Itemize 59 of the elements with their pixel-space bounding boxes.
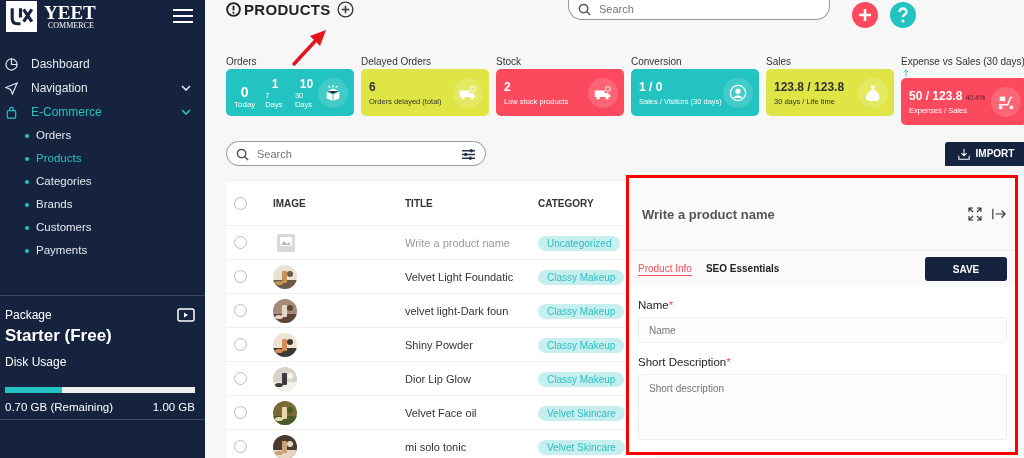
field-label: Short Description* <box>638 356 732 368</box>
stat-value: 0 <box>240 83 249 100</box>
product-title: mi solo tonic <box>405 440 467 453</box>
product-title: Velvet Face oil <box>405 406 477 419</box>
stat-label: Expense vs Sales (30 days) <box>901 56 1024 67</box>
category-tag: Classy Makeup <box>538 269 625 285</box>
stat-label: Stock <box>496 56 522 67</box>
search-field[interactable]: Search <box>226 141 486 166</box>
column-header: CATEGORY <box>538 197 594 209</box>
disk-remaining: 0.70 GB (Remaining) <box>5 401 114 413</box>
column-header: IMAGE <box>273 197 306 209</box>
product-title: Velvet Light Foundatic <box>405 270 514 283</box>
package-plan: Starter (Free) <box>5 326 113 346</box>
sidebar-subitem[interactable]: Brands <box>0 193 205 216</box>
sidebar-item[interactable]: Dashboard <box>0 52 205 76</box>
import-button[interactable]: IMPORT <box>945 141 1024 166</box>
column-header: TITLE <box>405 197 433 209</box>
sidebar-subitem[interactable]: Categories <box>0 170 205 193</box>
panel-title: Write a product name <box>642 206 776 222</box>
stat-label: Sales <box>766 56 792 67</box>
logo-tagline: COMMERCE <box>48 21 95 30</box>
save-button[interactable]: SAVE <box>925 257 1007 281</box>
sidebar-subitem[interactable]: Customers <box>0 216 205 239</box>
sidebar-item[interactable]: E-Commerce <box>0 100 205 124</box>
sidebar-item[interactable]: Navigation <box>0 76 205 100</box>
product-title: Write a product name <box>405 236 510 249</box>
name-field[interactable]: Name <box>638 317 1007 343</box>
category-tag: Uncategorized <box>538 235 621 251</box>
stat-label: Conversion <box>631 56 683 67</box>
sidebar-subitem[interactable]: Payments <box>0 239 205 262</box>
stat-value: 50 / 123.8 <box>909 88 963 103</box>
stat-value: 123.8 / 123.8 <box>774 79 845 94</box>
stat-value: 1 / 0 <box>639 79 663 94</box>
category-tag: Velvet Skincare <box>538 439 625 455</box>
sidebar-subitem[interactable]: Orders <box>0 124 205 147</box>
category-tag: Classy Makeup <box>538 303 625 319</box>
stat-value: 1 <box>271 76 279 91</box>
page-title: PRODUCTS <box>244 0 331 18</box>
category-tag: Classy Makeup <box>538 371 625 387</box>
product-title: Dior Lip Glow <box>405 372 472 385</box>
category-tag: Velvet Skincare <box>538 405 625 421</box>
stat-label: Orders <box>226 56 258 67</box>
description-field[interactable]: Short description <box>638 374 1007 440</box>
package-label: Package <box>5 308 52 322</box>
stat-value: 6 <box>369 79 376 94</box>
tab[interactable]: SEO Essentials <box>705 263 780 275</box>
stat-value: 2 <box>504 79 511 94</box>
logo-wordmark: YEET <box>44 2 96 22</box>
product-title: Shiny Powder <box>405 338 473 351</box>
stat-label: Delayed Orders <box>361 56 433 67</box>
stat-caption: Today <box>234 99 256 109</box>
product-title: velvet light-Dark foun <box>405 304 509 317</box>
stat-value: 10 <box>299 76 314 91</box>
disk-total: 1.00 GB <box>152 401 195 413</box>
sidebar-subitem[interactable]: Products <box>0 147 205 170</box>
field-label: Name* <box>638 299 675 311</box>
category-tag: Classy Makeup <box>538 337 625 353</box>
search-field[interactable]: Search <box>568 0 830 20</box>
disk-usage-label: Disk Usage <box>5 355 68 369</box>
